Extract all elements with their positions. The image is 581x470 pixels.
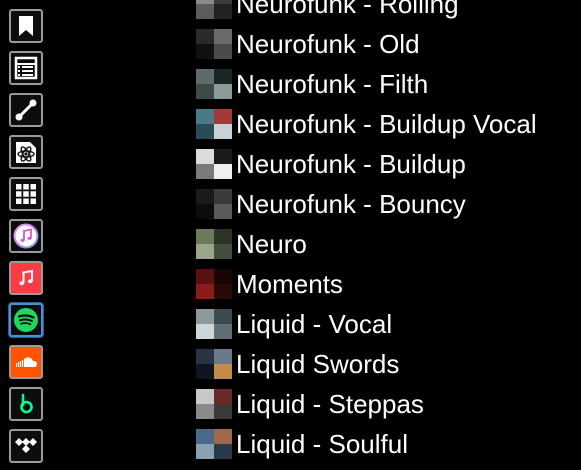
spotify-icon — [12, 306, 40, 334]
apple-music-icon — [12, 264, 40, 292]
grid-view-button[interactable] — [9, 177, 43, 211]
itunes-icon — [12, 222, 40, 250]
playlist-thumbnail — [196, 0, 232, 19]
playlist-thumbnail — [196, 309, 232, 339]
playlist-label: Liquid Swords — [236, 349, 400, 379]
atom-button[interactable] — [9, 135, 43, 169]
playlist-item[interactable]: Neuro — [196, 224, 581, 264]
playlist-thumbnail — [196, 189, 232, 219]
beatport-button[interactable] — [9, 387, 43, 421]
connection-button[interactable] — [9, 93, 43, 127]
playlist-item[interactable]: Neurofunk - Buildup — [196, 144, 581, 184]
list-icon — [12, 54, 40, 82]
playlist-label: Moments — [236, 269, 343, 299]
connection-icon — [12, 96, 40, 124]
spotify-button[interactable] — [9, 303, 43, 337]
bookmark-icon — [12, 12, 40, 40]
playlist-label: Liquid - Steppas — [236, 389, 424, 419]
playlist-item[interactable]: Liquid Swords — [196, 344, 581, 384]
playlist-thumbnail — [196, 349, 232, 379]
playlist-item[interactable]: Liquid - Steppas — [196, 384, 581, 424]
playlist-item[interactable]: Neurofunk - Bouncy — [196, 184, 581, 224]
playlist-thumbnail — [196, 69, 232, 99]
itunes-button[interactable] — [9, 219, 43, 253]
playlist-label: Neuro — [236, 229, 307, 259]
playlist-label: Neurofunk - Rolling — [236, 0, 459, 19]
playlist-item[interactable]: Neurofunk - Filth — [196, 64, 581, 104]
soundcloud-icon — [12, 348, 40, 376]
playlist-thumbnail — [196, 229, 232, 259]
playlist-label: Liquid - Vocal — [236, 309, 393, 339]
playlist-thumbnail — [196, 429, 232, 459]
playlist-item[interactable]: Liquid - Soulful — [196, 424, 581, 464]
playlist-label: Liquid - Soulful — [236, 429, 408, 459]
grid-icon — [12, 180, 40, 208]
playlist-label: Neurofunk - Bouncy — [236, 189, 466, 219]
playlist-list: Neurofunk - Rolling Neurofunk - Old Neurof… — [196, 0, 581, 464]
playlist-item[interactable]: Neurofunk - Rolling — [196, 0, 581, 24]
atom-icon — [12, 138, 40, 166]
playlist-item[interactable]: Neurofunk - Buildup Vocal — [196, 104, 581, 144]
app-window: Neurofunk - Rolling Neurofunk - Old Neurof… — [0, 0, 581, 470]
beatport-icon — [12, 390, 40, 418]
apple-music-button[interactable] — [9, 261, 43, 295]
playlist-thumbnail — [196, 269, 232, 299]
playlist-thumbnail — [196, 29, 232, 59]
playlist-thumbnail — [196, 109, 232, 139]
soundcloud-button[interactable] — [9, 345, 43, 379]
playlist-label: Neurofunk - Old — [236, 29, 420, 59]
playlist-thumbnail — [196, 149, 232, 179]
list-view-button[interactable] — [9, 51, 43, 85]
sidebar — [0, 0, 50, 470]
playlist-item[interactable]: Neurofunk - Old — [196, 24, 581, 64]
playlist-label: Neurofunk - Buildup — [236, 149, 466, 179]
playlist-thumbnail — [196, 389, 232, 419]
tidal-button[interactable] — [9, 429, 43, 463]
playlist-item[interactable]: Liquid - Vocal — [196, 304, 581, 344]
bookmark-button[interactable] — [9, 9, 43, 43]
playlist-label: Neurofunk - Filth — [236, 69, 429, 99]
tidal-icon — [12, 432, 40, 460]
playlist-item[interactable]: Moments — [196, 264, 581, 304]
playlist-label: Neurofunk - Buildup Vocal — [236, 109, 537, 139]
